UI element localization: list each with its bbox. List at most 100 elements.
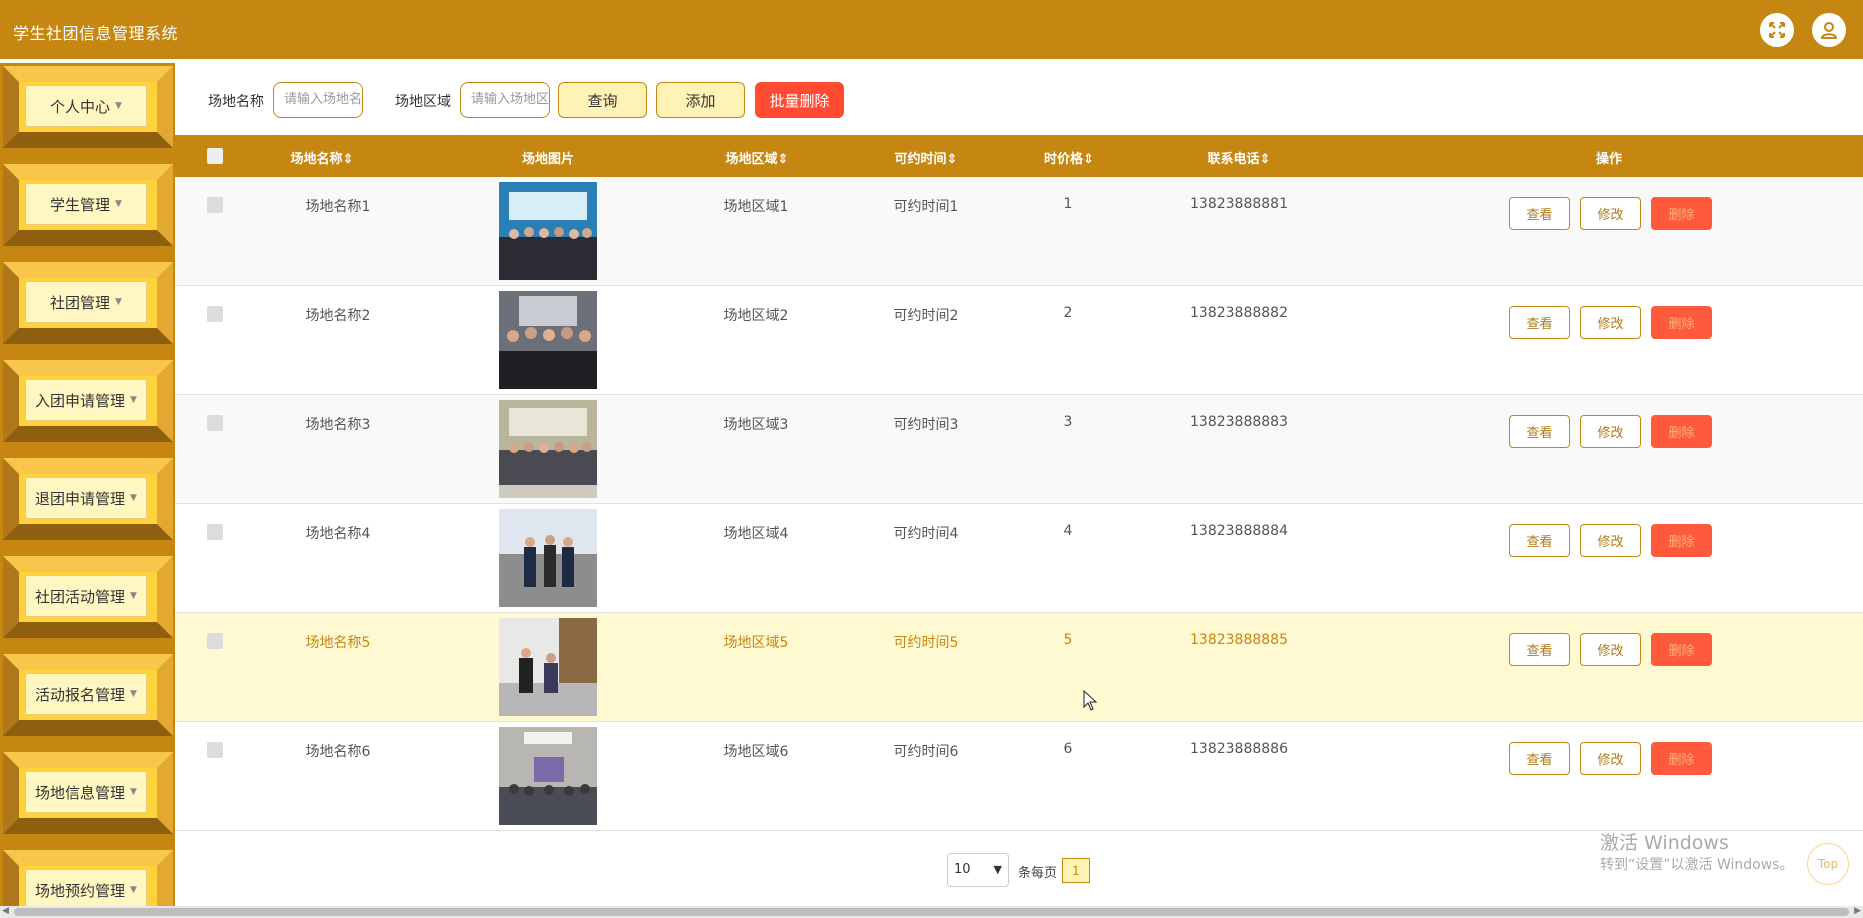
sidebar-item-venue-booking[interactable]: 场地预约管理 ▼ xyxy=(0,847,175,913)
menu-button[interactable]: 场地信息管理 ▼ xyxy=(25,771,147,813)
add-button[interactable]: 添加 xyxy=(656,82,745,118)
sidebar-item-clubs[interactable]: 社团管理 ▼ xyxy=(0,259,175,344)
venue-image xyxy=(499,727,597,825)
table-header: 场地名称⇕ 场地图片 场地区域⇕ 可约时间⇕ 时价格⇕ 联系电话⇕ 操作 xyxy=(175,135,1863,177)
sidebar-item-label: 场地预约管理 xyxy=(35,881,126,900)
sidebar-item-club-activities[interactable]: 社团活动管理 ▼ xyxy=(0,553,175,638)
sidebar-item-label: 退团申请管理 xyxy=(35,489,126,508)
venue-time: 可约时间4 xyxy=(893,526,959,542)
batch-delete-button[interactable]: 批量删除 xyxy=(755,82,844,118)
sidebar-item-venue-info[interactable]: 场地信息管理 ▼ xyxy=(0,749,175,834)
venue-area-label: 场地区域 xyxy=(395,94,451,110)
venue-phone: 13823888885 xyxy=(1190,632,1288,648)
sidebar-item-join-requests[interactable]: 入团申请管理 ▼ xyxy=(0,357,175,442)
delete-button[interactable]: 删除 xyxy=(1651,306,1712,339)
venue-phone: 13823888881 xyxy=(1190,196,1288,212)
sidebar-item-label: 活动报名管理 xyxy=(35,685,126,704)
menu-button[interactable]: 活动报名管理 ▼ xyxy=(25,673,147,715)
venue-image xyxy=(499,400,597,498)
user-button[interactable] xyxy=(1812,13,1846,47)
menu-button[interactable]: 学生管理 ▼ xyxy=(25,183,147,225)
app-title: 学生社团信息管理系统 xyxy=(13,24,179,43)
venue-price: 6 xyxy=(1063,741,1073,757)
venue-area-input[interactable]: 请输入场地区域 xyxy=(460,82,550,118)
row-checkbox[interactable] xyxy=(207,415,223,431)
sidebar-item-students[interactable]: 学生管理 ▼ xyxy=(0,161,175,246)
view-button[interactable]: 查看 xyxy=(1509,742,1570,775)
column-header-image: 场地图片 xyxy=(521,152,575,167)
row-checkbox[interactable] xyxy=(207,197,223,213)
edit-button[interactable]: 修改 xyxy=(1580,633,1641,666)
horizontal-scrollbar[interactable]: ◀ ▶ xyxy=(0,906,1863,918)
page-size-select[interactable]: 10 ▼ xyxy=(947,853,1009,887)
page-number-current[interactable]: 1 xyxy=(1062,858,1090,883)
venue-name-input[interactable]: 请输入场地名称 xyxy=(273,82,363,118)
table-row: 场地名称5 场地区域5 可约时间5 5 13823888885 查看 修改 删除 xyxy=(175,613,1863,722)
menu-button[interactable]: 个人中心 ▼ xyxy=(25,85,147,127)
delete-button[interactable]: 删除 xyxy=(1651,742,1712,775)
venue-phone: 13823888883 xyxy=(1190,414,1288,430)
menu-button[interactable]: 场地预约管理 ▼ xyxy=(25,869,147,911)
venue-area: 场地区域6 xyxy=(723,744,789,760)
sidebar-item-label: 社团管理 xyxy=(50,293,111,312)
menu-button[interactable]: 退团申请管理 ▼ xyxy=(25,477,147,519)
row-checkbox[interactable] xyxy=(207,524,223,540)
edit-button[interactable]: 修改 xyxy=(1580,524,1641,557)
sort-icon: ⇕ xyxy=(777,152,789,167)
menu-button[interactable]: 社团管理 ▼ xyxy=(25,281,147,323)
column-header-price[interactable]: 时价格⇕ xyxy=(1044,148,1094,167)
select-all-checkbox[interactable] xyxy=(207,148,223,164)
caret-down-icon: ▼ xyxy=(130,493,137,503)
caret-down-icon: ▼ xyxy=(115,199,122,209)
query-button[interactable]: 查询 xyxy=(558,82,647,118)
venue-name: 场地名称6 xyxy=(305,744,371,760)
delete-button[interactable]: 删除 xyxy=(1651,524,1712,557)
back-to-top-button[interactable]: Top xyxy=(1807,843,1849,885)
venue-price: 2 xyxy=(1063,305,1073,321)
sidebar-item-activity-signups[interactable]: 活动报名管理 ▼ xyxy=(0,651,175,736)
menu-button[interactable]: 入团申请管理 ▼ xyxy=(25,379,147,421)
venue-time: 可约时间1 xyxy=(893,199,959,215)
venue-time: 可约时间2 xyxy=(893,308,959,324)
edit-button[interactable]: 修改 xyxy=(1580,306,1641,339)
delete-button[interactable]: 删除 xyxy=(1651,415,1712,448)
venue-area: 场地区域2 xyxy=(723,308,789,324)
delete-button[interactable]: 删除 xyxy=(1651,197,1712,230)
page-size-label: 条每页 xyxy=(1018,866,1058,881)
column-header-phone[interactable]: 联系电话⇕ xyxy=(1208,148,1271,167)
row-checkbox[interactable] xyxy=(207,306,223,322)
delete-button[interactable]: 删除 xyxy=(1651,633,1712,666)
scroll-left-icon[interactable]: ◀ xyxy=(2,906,9,916)
caret-down-icon: ▼ xyxy=(130,689,137,699)
table-row: 场地名称1 场地区域1 可约时间1 1 13823888881 查看 修改 删除 xyxy=(175,177,1863,286)
sidebar-item-personal-center[interactable]: 个人中心 ▼ xyxy=(0,63,175,148)
sidebar-item-quit-requests[interactable]: 退团申请管理 ▼ xyxy=(0,455,175,540)
sidebar: 个人中心 ▼ 学生管理 ▼ 社团管理 ▼ 入团申请管理 ▼ 退团申请管理 ▼ 社团活动管理… xyxy=(0,63,175,913)
column-header-time[interactable]: 可约时间⇕ xyxy=(895,148,958,167)
scrollbar-thumb[interactable] xyxy=(14,908,1849,916)
column-header-name[interactable]: 场地名称⇕ xyxy=(291,148,354,167)
column-header-area[interactable]: 场地区域⇕ xyxy=(726,148,789,167)
venue-area: 场地区域4 xyxy=(723,526,789,542)
windows-watermark-subtitle: 转到“设置”以激活 Windows。 xyxy=(1600,857,1794,873)
edit-button[interactable]: 修改 xyxy=(1580,415,1641,448)
venue-price: 4 xyxy=(1063,523,1073,539)
sidebar-item-label: 入团申请管理 xyxy=(35,391,126,410)
edit-button[interactable]: 修改 xyxy=(1580,742,1641,775)
row-checkbox[interactable] xyxy=(207,742,223,758)
view-button[interactable]: 查看 xyxy=(1509,306,1570,339)
table-row: 场地名称3 场地区域3 可约时间3 3 13823888883 查看 修改 删除 xyxy=(175,395,1863,504)
edit-button[interactable]: 修改 xyxy=(1580,197,1641,230)
scroll-right-icon[interactable]: ▶ xyxy=(1854,906,1861,916)
view-button[interactable]: 查看 xyxy=(1509,524,1570,557)
row-checkbox[interactable] xyxy=(207,633,223,649)
view-button[interactable]: 查看 xyxy=(1509,633,1570,666)
fullscreen-button[interactable] xyxy=(1760,13,1794,47)
view-button[interactable]: 查看 xyxy=(1509,197,1570,230)
sidebar-item-label: 个人中心 xyxy=(50,97,111,116)
sort-icon: ⇕ xyxy=(1259,152,1271,167)
venue-phone: 13823888884 xyxy=(1190,523,1288,539)
caret-down-icon: ▼ xyxy=(130,787,137,797)
view-button[interactable]: 查看 xyxy=(1509,415,1570,448)
menu-button[interactable]: 社团活动管理 ▼ xyxy=(25,575,147,617)
